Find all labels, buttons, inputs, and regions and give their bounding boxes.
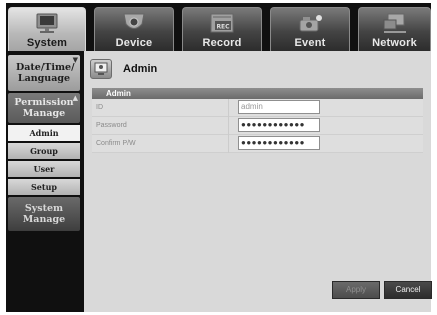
sidebar-item-setup[interactable]: Setup (8, 179, 80, 195)
dvr-window: System Device REC Record Event Network ▼… (6, 3, 432, 312)
tab-network[interactable]: Network (358, 7, 431, 51)
menu-permission-manage[interactable]: ▲ Permission Manage (8, 93, 80, 123)
collapse-caret-icon: ▼ (72, 55, 78, 64)
sidebar-item-label: User (33, 164, 55, 174)
admin-icon (90, 59, 112, 79)
sidebar-item-group[interactable]: Group (8, 143, 80, 159)
sidebar-item-label: Setup (31, 182, 57, 192)
row-label: Confirm P/W (96, 140, 136, 147)
sidebar-item-label: Group (30, 146, 58, 156)
cancel-button[interactable]: Cancel (384, 281, 432, 299)
sidebar-item-user[interactable]: User (8, 161, 80, 177)
network-icon (378, 12, 412, 36)
menu-label: System Manage (22, 203, 66, 225)
tab-device[interactable]: Device (94, 7, 174, 51)
id-input[interactable]: admin (238, 100, 320, 114)
svg-text:REC: REC (216, 24, 230, 31)
content-area: Admin Admin ID admin Password ●●●●●●●●●●… (84, 51, 432, 312)
row-divider (228, 117, 229, 135)
password-input[interactable]: ●●●●●●●●●●●● (238, 118, 320, 132)
row-divider (228, 135, 229, 153)
expand-caret-icon: ▲ (72, 93, 78, 102)
sidebar-item-admin[interactable]: Admin (8, 125, 80, 141)
sidebar-item-label: Admin (29, 128, 59, 138)
settings-row-confirm-password: Confirm P/W ●●●●●●●●●●●● (92, 135, 423, 153)
event-camera-icon (293, 12, 327, 36)
tab-label: Record (202, 37, 242, 49)
settings-row-id: ID admin (92, 99, 423, 117)
panel-header: Admin (92, 88, 423, 99)
menu-label: Permission Manage (14, 97, 74, 119)
top-tab-bar: System Device REC Record Event Network (6, 3, 431, 51)
menu-date-time-language[interactable]: ▼ Date/Time/ Language (8, 55, 80, 91)
monitor-icon (30, 12, 64, 36)
tab-system[interactable]: System (8, 7, 86, 51)
confirm-password-input[interactable]: ●●●●●●●●●●●● (238, 136, 320, 150)
rec-icon: REC (205, 12, 239, 36)
apply-button[interactable]: Apply (332, 281, 380, 299)
row-label: Password (96, 122, 127, 129)
settings-row-password: Password ●●●●●●●●●●●● (92, 117, 423, 135)
tab-label: Network (372, 37, 417, 49)
camera-icon (117, 12, 151, 36)
menu-label: Date/Time/ Language (16, 62, 75, 84)
page-title: Admin (123, 63, 158, 75)
menu-system-manage[interactable]: System Manage (8, 197, 80, 231)
side-menu: ▼ Date/Time/ Language ▲ Permission Manag… (6, 51, 84, 312)
tab-label: System (26, 37, 68, 49)
row-label: ID (96, 104, 103, 111)
tab-event[interactable]: Event (270, 7, 350, 51)
admin-settings-panel: Admin ID admin Password ●●●●●●●●●●●● Con… (92, 88, 423, 153)
tab-label: Event (294, 37, 326, 49)
page-header: Admin (90, 58, 157, 80)
tab-label: Device (115, 37, 153, 49)
row-divider (228, 99, 229, 117)
tab-record[interactable]: REC Record (182, 7, 262, 51)
